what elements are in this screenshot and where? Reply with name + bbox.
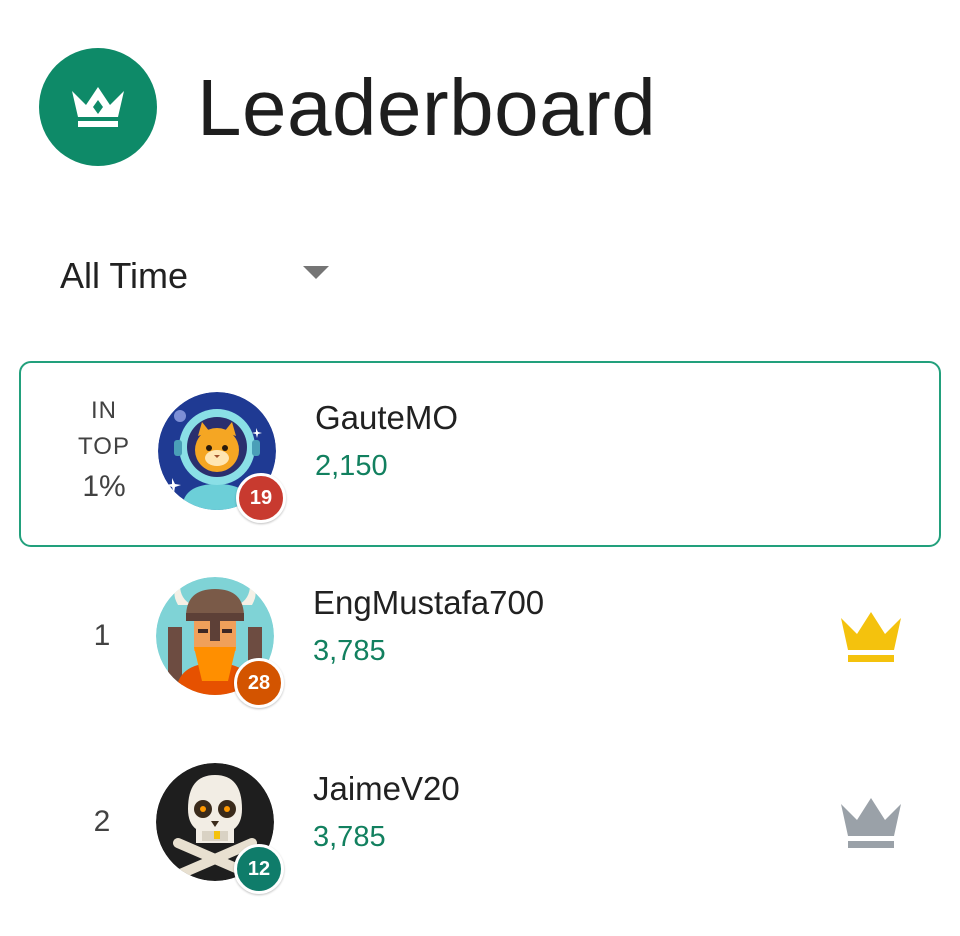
rank-number: 1 (93, 619, 111, 652)
dropdown-caret-icon (303, 266, 329, 279)
rank-line-in: IN (91, 397, 117, 424)
leaderboard-screen: Leaderboard All Time IN TOP 1% 19 GauteM… (0, 0, 960, 936)
rank-line-top: TOP (78, 433, 130, 460)
crown-icon (72, 87, 124, 127)
leaderboard-row[interactable]: 2 12 JaimeV20 3,785 (19, 734, 941, 920)
level-badge: 19 (236, 473, 286, 523)
score: 2,150 (315, 450, 388, 482)
leaderboard-row[interactable]: 1 28 EngMustafa700 3,785 (19, 548, 941, 734)
score: 3,785 (313, 635, 386, 667)
rank-number: 2 (93, 805, 111, 838)
page-title: Leaderboard (197, 63, 657, 152)
time-filter-dropdown[interactable]: All Time (40, 240, 360, 312)
level-badge: 28 (234, 658, 284, 708)
username[interactable]: EngMustafa700 (313, 582, 544, 624)
leaderboard-badge (39, 48, 157, 166)
silver-crown-icon (841, 798, 901, 848)
user-rank-percentile: IN TOP 1% (61, 393, 147, 509)
level-badge: 12 (234, 844, 284, 894)
current-user-row[interactable]: IN TOP 1% 19 GauteMO 2,150 (19, 361, 941, 547)
rank-line-percent: 1% (82, 470, 126, 503)
score: 3,785 (313, 821, 386, 853)
username[interactable]: JaimeV20 (313, 768, 460, 810)
time-filter-label: All Time (60, 255, 189, 296)
username[interactable]: GauteMO (315, 397, 458, 439)
gold-crown-icon (841, 612, 901, 662)
